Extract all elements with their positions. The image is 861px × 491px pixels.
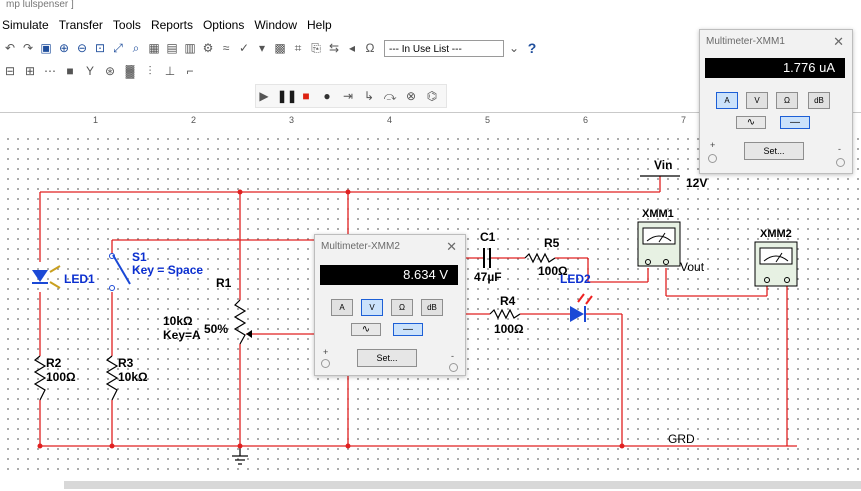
dc-button[interactable]: —: [780, 116, 810, 129]
close-icon[interactable]: ✕: [833, 34, 844, 50]
ac-button[interactable]: ∿: [351, 323, 381, 336]
r3-label[interactable]: R3: [118, 356, 133, 370]
grd-label: GRD: [668, 432, 695, 446]
mode-ohm-button[interactable]: Ω: [391, 299, 413, 316]
r4-label[interactable]: R4: [500, 294, 515, 308]
window-title: Multimeter-XMM1: [706, 36, 785, 47]
plus-terminal-label: +: [323, 347, 329, 357]
r1-key: Key=A: [163, 328, 201, 342]
s1-label[interactable]: S1: [132, 250, 147, 264]
plus-terminal-icon[interactable]: [708, 154, 717, 163]
set-button[interactable]: Set...: [357, 349, 417, 367]
c1-label[interactable]: C1: [480, 230, 495, 244]
minus-terminal-icon[interactable]: [449, 363, 458, 372]
r1-value: 10kΩ: [163, 314, 193, 328]
multimeter-xmm2-window[interactable]: Multimeter-XMM2 ✕ 8.634 V A V Ω dB ∿ — +…: [314, 234, 466, 376]
meter-display: 1.776 uA: [705, 58, 845, 78]
minus-terminal-label: -: [451, 351, 454, 361]
mode-a-button[interactable]: A: [331, 299, 353, 316]
dc-button[interactable]: —: [393, 323, 423, 336]
c1-value: 47µF: [474, 270, 502, 284]
xmm2-label[interactable]: XMM2: [760, 228, 792, 240]
xmm1-label[interactable]: XMM1: [642, 208, 674, 220]
mode-a-button[interactable]: A: [716, 92, 738, 109]
mode-v-button[interactable]: V: [361, 299, 383, 316]
led2-label[interactable]: LED2: [560, 272, 591, 286]
multimeter-xmm1-window[interactable]: Multimeter-XMM1 ✕ 1.776 uA A V Ω dB ∿ — …: [699, 29, 853, 174]
vin-label: Vin: [654, 158, 673, 172]
mode-v-button[interactable]: V: [746, 92, 768, 109]
s1-key-label: Key = Space: [132, 263, 204, 277]
minus-terminal-label: -: [838, 144, 841, 154]
mode-ohm-button[interactable]: Ω: [776, 92, 798, 109]
mode-db-button[interactable]: dB: [808, 92, 830, 109]
window-title: Multimeter-XMM2: [321, 241, 400, 252]
r3-value: 10kΩ: [118, 370, 148, 384]
set-button[interactable]: Set...: [744, 142, 804, 160]
vin-value: 12V: [686, 176, 708, 190]
r1-percent: 50%: [204, 322, 229, 336]
minus-terminal-icon[interactable]: [836, 158, 845, 167]
vout-label: Vout: [680, 260, 705, 274]
close-icon[interactable]: ✕: [446, 239, 457, 255]
horizontal-scrollbar[interactable]: [64, 481, 861, 489]
plus-terminal-label: +: [710, 140, 716, 150]
led1-label[interactable]: LED1: [64, 272, 95, 286]
r2-label[interactable]: R2: [46, 356, 61, 370]
meter-display: 8.634 V: [320, 265, 458, 285]
ac-button[interactable]: ∿: [736, 116, 766, 129]
r5-label[interactable]: R5: [544, 236, 559, 250]
mode-db-button[interactable]: dB: [421, 299, 443, 316]
r2-value: 100Ω: [46, 370, 76, 384]
r4-value: 100Ω: [494, 322, 524, 336]
r1-label[interactable]: R1: [216, 276, 231, 290]
plus-terminal-icon[interactable]: [321, 359, 330, 368]
